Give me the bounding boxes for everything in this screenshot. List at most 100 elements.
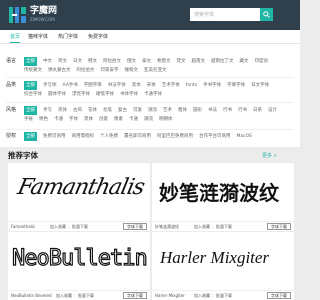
batch-link[interactable]: 批量下载 [78,293,94,299]
font-card[interactable]: Famanthalis Famanthalis 加入收藏 | 批量下载 字体下载 [8,163,150,231]
filter-option[interactable]: 缅甸文 [125,66,139,75]
filter-option[interactable]: 弹丸蒙古文 [48,66,71,75]
filter-option[interactable]: 设计 [268,106,277,115]
filter-option[interactable]: 印第安字 [101,66,119,75]
filter-option[interactable]: 花体 [88,106,97,115]
site-logo[interactable]: 字魔网 ZIMOW.COM [8,5,60,25]
filter-option[interactable]: 卡通 [129,115,138,124]
filter-option[interactable]: 行书 [238,106,247,115]
filter-option[interactable]: 潮流 [144,115,153,124]
filter-option[interactable]: 日文 [73,57,82,66]
filter-option[interactable]: 字体 [69,115,78,124]
filter-option[interactable]: 全部 [24,106,37,115]
filter-option[interactable]: 日文字体 [251,81,269,90]
filter-option[interactable]: 书法字体 [108,81,126,90]
nav-home[interactable]: 首页 [10,33,20,41]
font-preview[interactable]: Famanthalis [8,163,150,221]
filter-option[interactable]: 越南拉丁文 [211,57,234,66]
font-card[interactable]: NeoBulletin NeoBulletin Beveled 加入收藏 | 批… [8,232,150,300]
filter-option[interactable]: 商用需授权 [72,132,95,141]
filter-option[interactable]: 潮流 [148,106,157,115]
filter-option[interactable]: 梵文 [177,57,186,66]
filter-option[interactable]: 阿里巴巴免费商用 [157,132,193,141]
filter-option[interactable]: 免费可商用 [43,132,66,141]
filter-option[interactable]: 宋体 [147,81,156,90]
filter-option[interactable]: 漂亮字体 [72,90,90,99]
filter-option[interactable]: 全部 [24,81,37,90]
filter-option[interactable]: AA手书 [63,81,78,90]
filter-option[interactable]: 毛笔 [103,106,112,115]
nav-free-fonts[interactable]: 免费字体 [88,33,108,41]
filter-option[interactable]: 俄文 [127,57,136,66]
filter-option[interactable]: 手账 [24,115,33,124]
download-button[interactable]: 字体下载 [123,223,147,230]
filter-option[interactable]: 字圈字库 [84,81,102,90]
filter-option[interactable]: 阿拉伯文 [103,57,121,66]
filter-option[interactable]: 书法 [208,106,217,115]
filter-option[interactable]: 创意 [99,115,108,124]
filter-option[interactable]: 手写体 [43,81,57,90]
filter-option[interactable]: 卡通 [54,115,63,124]
search-button[interactable] [260,8,273,21]
filter-option[interactable]: 黑体 [132,81,141,90]
filter-option[interactable]: 艺术 [163,106,172,115]
filter-option[interactable]: 粗体 [178,106,187,115]
font-card[interactable]: Harler Mixgiter Harler Mixgiter 加入收藏 | 批… [152,232,294,300]
filter-option[interactable]: 越南文 [192,57,206,66]
filter-option[interactable]: 英文 [58,57,67,66]
filter-option[interactable]: 综合字体 [24,90,42,99]
filter-option[interactable]: 希腊文 [157,57,171,66]
filter-option[interactable]: 全部 [24,57,37,66]
font-card[interactable]: 妙笔涟漪波纹 妙笔涟漪波纹 加入收藏 | 批量下载 字体下载 [152,163,294,231]
filter-option[interactable]: 藏文 [240,57,249,66]
fav-link[interactable]: 加入收藏 [194,293,210,299]
filter-option[interactable]: 署名即可商用 [124,132,151,141]
filter-option[interactable]: 泰文 [142,57,151,66]
batch-link[interactable]: 批量下载 [216,293,232,299]
filter-option[interactable]: 亚美尼亚文 [144,66,167,75]
filter-option[interactable]: 特色 [39,115,48,124]
filter-option[interactable]: 传统蒙文 [24,66,42,75]
nav-cat-fonts[interactable]: 猫咪字体 [28,33,48,41]
font-preview[interactable]: Harler Mixgiter [152,232,294,290]
filter-option[interactable]: fonts [186,81,197,90]
filter-option[interactable]: 圆形 [193,106,202,115]
filter-option[interactable]: 中文 [43,57,52,66]
search-input[interactable] [190,8,260,21]
filter-option[interactable]: MacOS [237,132,253,141]
filter-option[interactable]: 复古 [118,106,127,115]
fav-link[interactable]: 加入收藏 [194,224,210,230]
filter-option[interactable]: 古风 [73,106,82,115]
font-preview[interactable]: 妙笔涟漪波纹 [152,163,294,221]
filter-option[interactable]: 韩文 [88,57,97,66]
filter-option[interactable]: 圆体字体 [48,90,66,99]
filter-option[interactable]: 英体 [58,106,67,115]
filter-option[interactable]: 全部 [24,132,37,141]
filter-option[interactable]: 合作平台可商用 [199,132,231,141]
filter-option[interactable]: 可爱 [133,106,142,115]
filter-option[interactable]: 黑体 [84,115,93,124]
more-link[interactable]: 更多 » [262,153,277,160]
batch-link[interactable]: 批量下载 [72,224,88,230]
download-button[interactable]: 字体下载 [123,292,147,299]
filter-option[interactable]: 日系 [253,106,262,115]
download-button[interactable]: 字体下载 [267,292,291,299]
filter-option[interactable]: 手写 [43,106,52,115]
nav-hot-fonts[interactable]: 热门字体 [58,33,78,41]
font-preview[interactable]: NeoBulletin [8,232,150,290]
filter-option[interactable]: 书体字体 [120,90,138,99]
filter-option[interactable]: 明朝体 [159,115,173,124]
filter-option[interactable]: 阿拉伯文 [77,66,95,75]
filter-option[interactable]: 像素 [114,115,123,124]
filter-option[interactable]: 印度语 [255,57,269,66]
download-button[interactable]: 字体下载 [267,223,291,230]
filter-option[interactable]: 卡通字体 [144,90,162,99]
filter-option[interactable]: 行书 [223,106,232,115]
fav-link[interactable]: 加入收藏 [50,224,66,230]
filter-option[interactable]: 个人免费 [100,132,118,141]
filter-option[interactable]: 硬笔字体 [96,90,114,99]
filter-option[interactable]: 艺术字体 [162,81,180,90]
filter-option[interactable]: 手书字体 [203,81,221,90]
batch-link[interactable]: 批量下载 [216,224,232,230]
fav-link[interactable]: 加入收藏 [56,293,72,299]
